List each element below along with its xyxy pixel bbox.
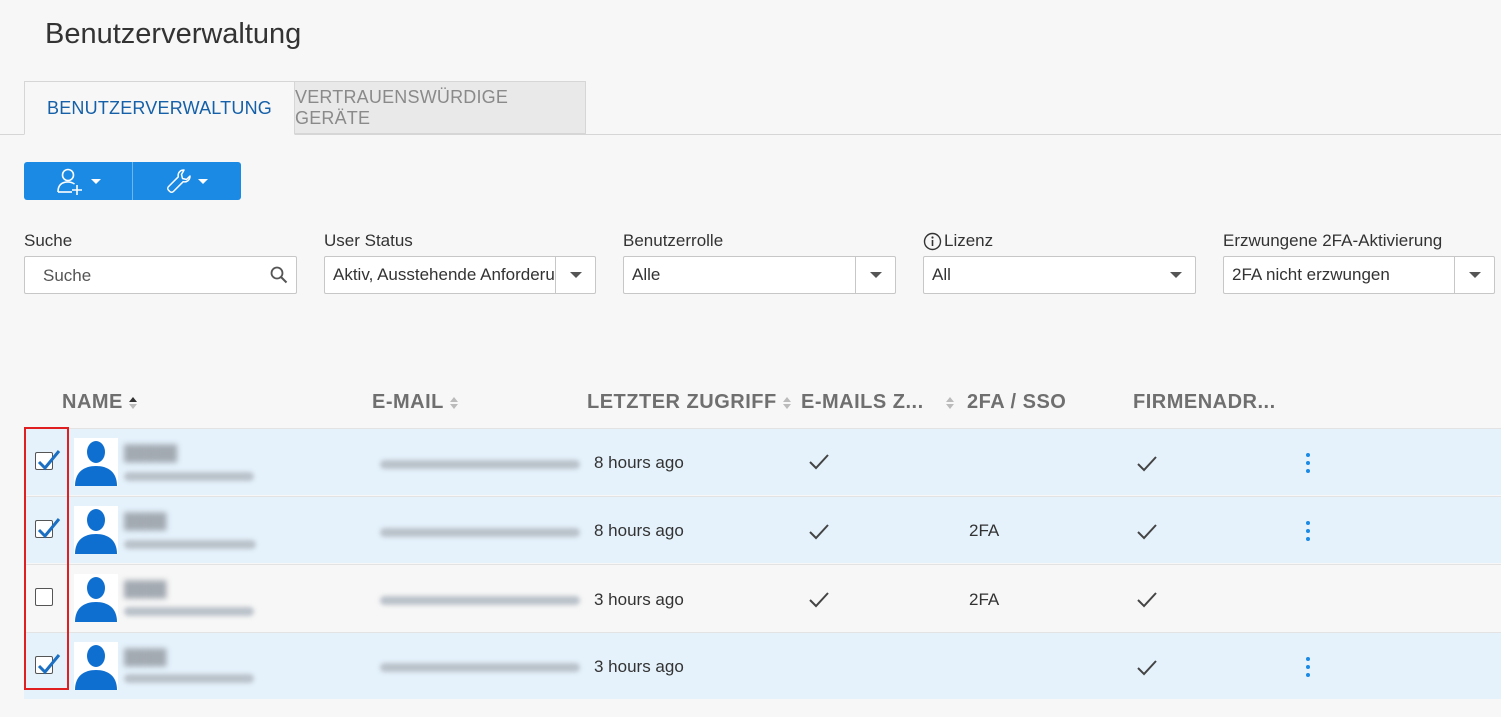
last-access: 3 hours ago [594,657,684,676]
last-access: 8 hours ago [594,521,684,540]
twofa-select[interactable]: 2FA nicht erzwungen [1223,256,1495,294]
avatar [74,506,118,554]
tab-vertrauenswuerdige-geraete[interactable]: VERTRAUENSWÜRDIGE GERÄTE [294,81,586,134]
table-row[interactable]: ████ 8 hours ago 2FA [24,496,1501,563]
user-name-redacted: █████ [124,445,178,462]
add-user-button[interactable] [24,162,133,200]
chevron-down-icon [869,272,882,278]
user-status-value: Aktiv, Ausstehende Anforderu [333,265,555,284]
check-icon [1137,456,1157,472]
column-header-last-access[interactable]: LETZTER ZUGRIFF [587,391,791,414]
check-icon [809,592,829,608]
user-email-redacted [380,596,580,605]
checkmark-icon [37,654,61,675]
user-silhouette-icon [75,645,117,690]
table-row[interactable]: █████ 8 hours ago [24,428,1501,495]
avatar [74,642,118,690]
checkmark-icon [37,450,61,471]
row-checkbox[interactable] [35,450,61,471]
chevron-down-icon [198,178,208,184]
column-header-emails[interactable]: E-MAILS Z... [801,391,954,414]
column-header-email[interactable]: E-MAIL [372,391,458,414]
role-label: Benutzerrolle [623,231,724,250]
role-dropdown-button[interactable] [855,257,895,293]
chevron-down-icon [91,178,101,184]
user-silhouette-icon [75,577,117,622]
twofa-status: 2FA [969,521,1000,540]
license-dropdown-button[interactable] [1156,257,1195,293]
twofa-value: 2FA nicht erzwungen [1232,265,1390,284]
user-email-redacted [380,528,580,537]
last-access: 8 hours ago [594,453,684,472]
user-name-redacted: ████ [124,649,167,666]
more-options-icon[interactable] [1306,521,1310,541]
sort-icon [782,396,791,409]
user-subtitle-redacted [124,607,254,616]
column-header-name[interactable]: NAME [62,391,137,414]
chevron-down-icon [1468,272,1481,278]
twofa-status: 2FA [969,590,1000,609]
license-label-group: Lizenz [923,231,993,251]
search-input[interactable] [41,257,265,295]
add-user-icon [57,168,82,195]
user-email-redacted [380,460,580,469]
user-status-label: User Status [324,231,413,250]
user-name-redacted: ████ [124,581,167,598]
twofa-dropdown-button[interactable] [1454,257,1494,293]
tools-button[interactable] [133,162,241,200]
user-subtitle-redacted [124,540,256,549]
check-icon [1137,660,1157,676]
license-select[interactable]: All [923,256,1196,294]
check-icon [809,524,829,540]
user-email-redacted [380,663,580,672]
page-title: Benutzerverwaltung [45,18,302,50]
last-access: 3 hours ago [594,590,684,609]
column-header-2fa-sso: 2FA / SSO [967,391,1067,413]
check-icon [1137,592,1157,608]
license-value: All [932,265,951,284]
sort-icon [128,396,137,409]
table-row[interactable]: ████ 3 hours ago 2FA [24,564,1501,631]
search-label: Suche [24,231,73,250]
more-options-icon[interactable] [1306,453,1310,473]
license-label: Lizenz [944,231,994,250]
user-silhouette-icon [75,441,117,486]
role-select[interactable]: Alle [623,256,896,294]
user-subtitle-redacted [124,472,254,481]
chevron-down-icon [1169,272,1182,278]
avatar [74,438,118,486]
column-header-label: LETZTER ZUGRIFF [587,391,777,413]
row-checkbox[interactable] [35,654,61,675]
wrench-icon [167,169,191,193]
user-status-select[interactable]: Aktiv, Ausstehende Anforderu [324,256,596,294]
sort-icon [449,396,458,409]
row-checkbox[interactable] [35,588,53,606]
column-header-label: E-MAILS Z... [801,391,924,413]
row-checkbox[interactable] [35,518,61,539]
chevron-down-icon [569,272,582,278]
action-button-group [24,162,241,200]
twofa-label: Erzwungene 2FA-Aktivierung [1223,231,1443,250]
user-silhouette-icon [75,509,117,554]
column-header-label: NAME [62,391,123,413]
user-subtitle-redacted [124,674,254,683]
user-name-redacted: ████ [124,513,167,530]
column-header-label: E-MAIL [372,391,444,413]
search-icon[interactable] [270,266,288,284]
check-icon [1137,524,1157,540]
search-field [24,256,297,295]
table-row[interactable]: ████ 3 hours ago [24,632,1501,699]
column-header-company-address: FIRMENADR... [1133,391,1276,413]
more-options-icon[interactable] [1306,657,1310,677]
tab-benutzerverwaltung[interactable]: BENUTZERVERWALTUNG [24,81,295,135]
checkmark-icon [37,518,61,539]
user-status-dropdown-button[interactable] [555,257,595,293]
sort-icon [945,396,954,409]
role-value: Alle [632,265,661,284]
check-icon [809,454,829,470]
avatar [74,574,118,622]
info-icon[interactable] [923,232,942,251]
